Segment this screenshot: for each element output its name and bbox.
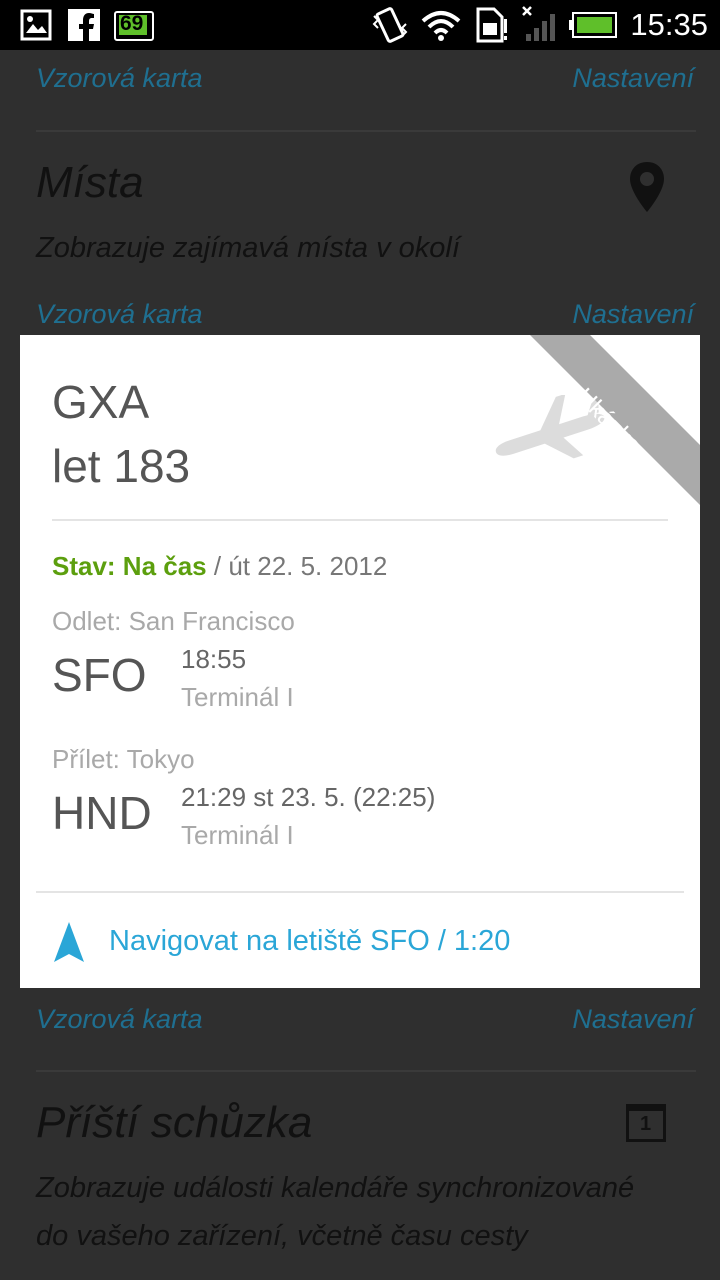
calendar-day: 1	[640, 1113, 652, 1135]
sample-card-link[interactable]: Vzorová karta	[36, 299, 203, 330]
battery-notification-icon: 69	[114, 11, 154, 41]
flight-status-line: Stav: Na čas / út 22. 5. 2012	[52, 551, 387, 582]
arrival-code: HND	[52, 787, 152, 839]
divider	[52, 519, 668, 521]
divider	[36, 1070, 696, 1072]
sample-card-link[interactable]: Vzorová karta	[36, 63, 203, 94]
departure-terminal: Terminál I	[181, 682, 294, 712]
wifi-icon	[421, 11, 461, 41]
vibrate-icon	[372, 7, 408, 43]
settings-link[interactable]: Nastavení	[572, 299, 694, 330]
sim-icon	[476, 7, 507, 43]
status-time: 15:35	[630, 7, 708, 42]
overflow-menu-icon[interactable]	[676, 377, 688, 411]
signal-icon	[522, 6, 555, 41]
navigate-button[interactable]: Navigovat na letiště SFO / 1:20	[20, 895, 700, 988]
places-description: Zobrazuje zajímavá místa v okolí	[36, 232, 460, 264]
departure-code: SFO	[52, 649, 147, 701]
departure-label: Odlet: San Francisco	[52, 606, 295, 636]
divider	[36, 891, 684, 893]
settings-link[interactable]: Nastavení	[572, 63, 694, 94]
status-bar: 69 15:35	[0, 0, 720, 50]
flight-number: let 183	[52, 440, 191, 492]
places-title: Místa	[36, 158, 144, 207]
appointment-title: Příští schůzka	[36, 1098, 313, 1147]
arrival-label: Přílet: Tokyo	[52, 744, 195, 774]
appointment-description: Zobrazuje události kalendáře synchronizo…	[36, 1172, 635, 1204]
arrival-time: 21:29 st 23. 5. (22:25)	[181, 782, 436, 812]
divider	[36, 130, 696, 132]
flight-card[interactable]: GXA let 183 Ukázka Stav: Na čas / út 22.…	[20, 335, 700, 988]
battery-icon	[569, 12, 617, 38]
settings-link[interactable]: Nastavení	[572, 1004, 694, 1035]
appointment-description: do vašeho zařízení, včetně času cesty	[36, 1220, 528, 1252]
navigation-arrow-icon	[54, 922, 84, 962]
arrival-terminal: Terminál I	[181, 820, 294, 850]
flight-date: / út 22. 5. 2012	[206, 551, 388, 581]
facebook-icon	[68, 9, 100, 41]
flight-status: Stav: Na čas	[52, 551, 207, 581]
location-pin-icon	[630, 162, 664, 212]
gallery-icon	[20, 9, 52, 41]
departure-time: 18:55	[181, 644, 247, 674]
airline-code: GXA	[52, 376, 150, 428]
notification-badge: 69	[120, 12, 144, 35]
navigate-label: Navigovat na letiště SFO / 1:20	[109, 925, 511, 957]
calendar-icon: 1	[626, 1104, 666, 1142]
sample-card-link[interactable]: Vzorová karta	[36, 1004, 203, 1035]
